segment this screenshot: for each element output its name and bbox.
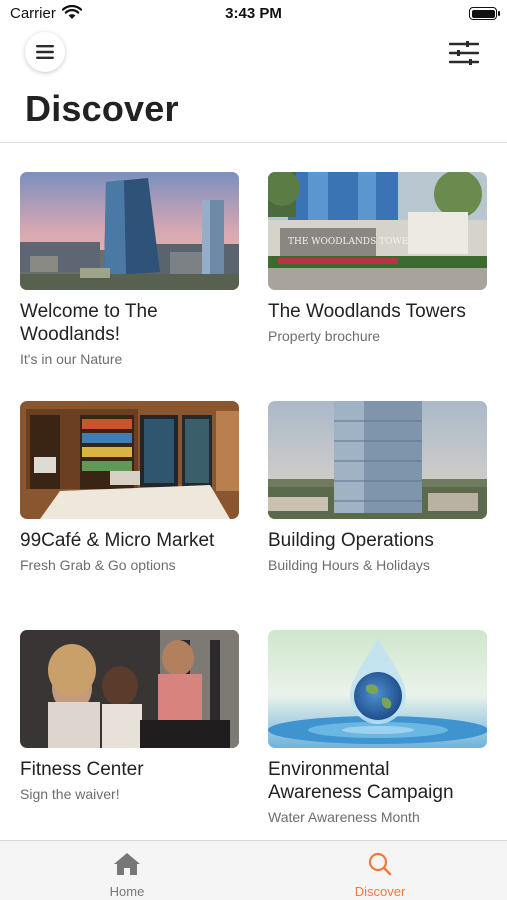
card-title: Environmental Awareness Campaign <box>268 759 454 803</box>
tab-bar: Home Discover <box>0 840 507 900</box>
towers-entrance-photo: THE WOODLANDS TOWERS <box>268 172 487 290</box>
discover-card-operations[interactable]: Building Operations Building Hours & Hol… <box>268 401 487 574</box>
menu-button[interactable] <box>25 32 65 72</box>
card-subtitle: Property brochure <box>268 328 381 344</box>
filter-button[interactable] <box>446 36 482 70</box>
discover-card-environment[interactable]: Environmental Awareness Campaign Water A… <box>268 630 487 826</box>
discover-card-welcome[interactable]: Welcome to The Woodlands! It's in our Na… <box>20 172 239 368</box>
card-subtitle: Fresh Grab & Go options <box>20 557 176 573</box>
svg-text:THE WOODLANDS TOWERS: THE WOODLANDS TOWERS <box>288 237 421 247</box>
discover-card-towers[interactable]: THE WOODLANDS TOWERS The Woodlands Tower… <box>268 172 487 345</box>
card-title: Fitness Center <box>20 759 144 780</box>
discover-grid: Welcome to The Woodlands! It's in our Na… <box>0 143 507 840</box>
card-title: 99Café & Micro Market <box>20 530 215 551</box>
city-skyline-photo <box>20 172 239 290</box>
status-bar: Carrier 3:43 PM <box>0 0 507 28</box>
glass-tower-photo <box>268 401 487 519</box>
card-subtitle: It's in our Nature <box>20 351 123 367</box>
card-subtitle: Building Hours & Holidays <box>268 557 430 573</box>
tab-discover[interactable]: Discover <box>253 841 507 900</box>
discover-card-fitness[interactable]: Fitness Center Sign the waiver! <box>20 630 239 803</box>
search-icon <box>368 852 392 876</box>
card-subtitle: Sign the waiver! <box>20 786 120 802</box>
card-title: Welcome to The Woodlands! <box>20 301 158 345</box>
battery-icon <box>469 7 500 20</box>
tab-label: Discover <box>354 884 406 899</box>
earth-water-drop-photo <box>268 630 487 748</box>
card-subtitle: Water Awareness Month <box>268 809 420 825</box>
tab-home[interactable]: Home <box>0 841 254 900</box>
fitness-people-photo <box>20 630 239 748</box>
discover-card-cafe[interactable]: 99Café & Micro Market Fresh Grab & Go op… <box>20 401 239 574</box>
micro-market-photo <box>20 401 239 519</box>
sliders-icon <box>449 41 479 65</box>
tab-label: Home <box>109 884 145 899</box>
card-title: The Woodlands Towers <box>268 301 466 322</box>
home-icon <box>114 853 140 875</box>
status-time: 3:43 PM <box>225 5 282 22</box>
card-title: Building Operations <box>268 530 434 551</box>
hamburger-icon <box>36 45 54 59</box>
page-title: Discover <box>25 88 179 129</box>
